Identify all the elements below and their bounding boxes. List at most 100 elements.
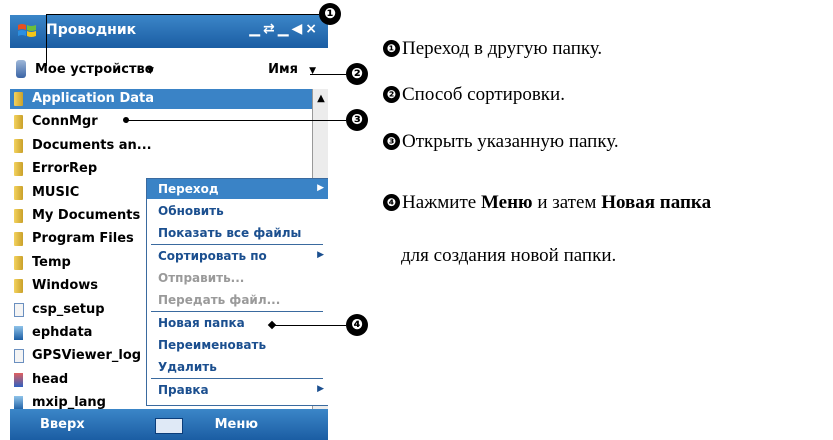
softkey-menu[interactable]: Меню [215,417,258,432]
callout-line-1-vertical [46,14,47,66]
app-title: Проводник [46,22,137,38]
note-4-badge: ❹ [383,194,400,211]
menu-item[interactable]: Правка ▶ [147,380,328,400]
menu-item: Передать файл... [147,290,328,310]
callout-dot-3 [123,117,129,123]
path-bar: Мое устройство ▼ Имя ▼ [10,48,328,89]
menu-item-label: Переход [158,182,219,196]
note-3-badge: ❸ [383,133,400,150]
callout-badge-4: ❹ [346,314,368,336]
menu-item[interactable]: Показать все файлы [147,223,328,243]
note-1-text: Переход в другую папку. [402,38,603,59]
list-item[interactable]: Application Data [10,89,312,109]
list-item-label: ephdata [32,325,93,340]
list-item-label: Documents an... [32,137,152,153]
menu-item-label: Удалить [158,360,217,374]
menu-item-label: Передать файл... [158,293,281,307]
submenu-arrow-icon: ▶ [317,250,324,260]
folder-icon [14,162,23,177]
note-4: ❹ Нажмите Меню и затем Новая папка [383,192,711,214]
note-4-new-folder-word: Новая папка [601,192,712,213]
folder-icon [14,115,23,130]
device-screen: Проводник ▁⇄▁◀× Мое устройство ▼ Имя ▼ A… [10,15,328,440]
callout-line-1 [46,14,319,15]
scroll-up-arrow-icon[interactable]: ▲ [313,89,328,109]
menu-item[interactable]: Переход ▶ [147,179,328,199]
title-bar: Проводник ▁⇄▁◀× [10,15,328,48]
folder-icon [14,209,23,223]
menu-item-label: Сортировать по [158,249,267,263]
note-4-pre: Нажмите [402,192,481,213]
softkey-bar: Вверх Меню [10,409,328,440]
submenu-arrow-icon: ▶ [317,384,324,394]
note-1-badge: ❶ [383,40,400,57]
device-icon [16,60,26,78]
status-icons[interactable]: ▁⇄▁◀× [249,21,320,37]
menu-separator [151,378,323,379]
list-item-label: My Documents [32,208,141,223]
note-4-menu-word: Меню [480,192,533,213]
callout-badge-2: ❷ [346,63,368,85]
file-icon [14,302,24,317]
menu-item-label: Правка [158,383,209,397]
windows-start-icon[interactable] [16,20,38,42]
note-5: для создания новой папки. [401,245,616,267]
note-2: ❷ Способ сортировки. [383,84,565,106]
menu-item[interactable]: Удалить [147,357,328,377]
location-dropdown[interactable]: Мое устройство [35,62,154,77]
list-item-label: mxip_lang [32,395,106,411]
sort-dropdown[interactable]: Имя [268,62,298,77]
menu-item[interactable]: Обновить [147,201,328,221]
menu-item-label: Показать все файлы [158,226,302,240]
callout-line-3 [126,120,346,121]
file-icon [14,349,24,364]
folder-icon [14,255,23,270]
list-item-label: ErrorRep [32,161,98,177]
list-item-label: ConnMgr [32,114,98,130]
folder-icon [14,279,23,294]
list-item[interactable]: Documents an... [10,136,312,156]
menu-item-label: Обновить [158,204,224,218]
softkey-up[interactable]: Вверх [40,417,85,432]
list-item-label: head [32,371,69,387]
callout-line-4 [273,325,346,326]
folder-icon [14,232,23,247]
list-item-label: Temp [32,254,71,270]
context-menu: Переход ▶ Обновить Показать все файлы Сортир… [146,178,328,406]
menu-item-label: Отправить... [158,271,245,285]
list-item-label: csp_setup [32,301,105,317]
list-item-label: Windows [32,278,99,294]
list-item-label: GPSViewer_log [32,348,142,364]
menu-item[interactable]: Переименовать [147,335,328,355]
note-4-mid: и затем [532,192,602,213]
list-item-label: MUSIC [32,184,80,200]
menu-item: Отправить... [147,268,328,288]
note-2-text: Способ сортировки. [402,84,565,105]
callout-line-2 [310,74,346,75]
callout-badge-1: ❶ [319,3,341,25]
note-3-text: Открыть указанную папку. [402,131,619,152]
menu-separator [151,311,323,312]
note-5-text: для создания новой папки. [401,245,617,266]
folder-icon [14,138,23,153]
menu-separator [151,244,323,245]
menu-item-label: Переименовать [158,338,267,352]
callout-badge-3: ❸ [346,109,368,131]
menu-item[interactable]: Новая папка [147,313,328,333]
note-1: ❶ Переход в другую папку. [383,38,602,60]
list-item[interactable]: ErrorRep [10,159,312,179]
list-item-label: Application Data [32,91,154,106]
note-2-badge: ❷ [383,86,400,103]
app-icon [14,326,23,340]
folder-icon [14,185,23,200]
image-icon [14,372,23,387]
list-item-label: Program Files [32,231,134,247]
list-item[interactable]: ConnMgr [10,112,312,132]
keyboard-icon[interactable] [155,418,183,434]
location-chevron-down-icon[interactable]: ▼ [147,66,154,76]
menu-item-label: Новая папка [158,316,245,330]
folder-icon [14,92,23,106]
note-3: ❸ Открыть указанную папку. [383,131,619,153]
submenu-arrow-icon: ▶ [317,183,324,193]
menu-item[interactable]: Сортировать по ▶ [147,246,328,266]
